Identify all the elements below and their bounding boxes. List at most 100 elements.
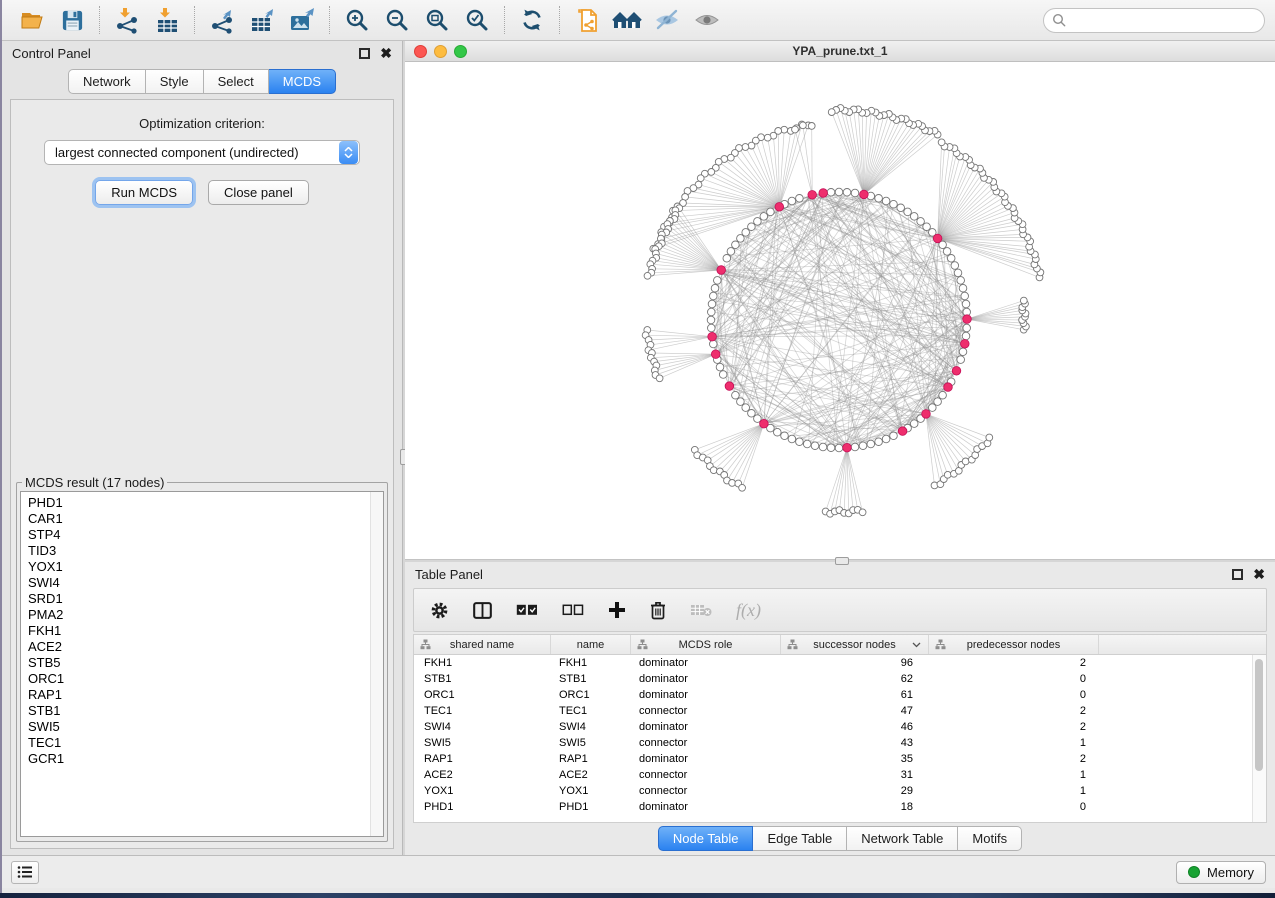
table-row[interactable]: SWI4SWI4dominator462 — [414, 719, 1266, 735]
close-panel-button[interactable]: Close panel — [208, 180, 309, 205]
table-row[interactable]: YOX1YOX1connector291 — [414, 783, 1266, 799]
table-cell[interactable]: 46 — [781, 719, 929, 735]
column-header-successor-nodes[interactable]: successor nodes — [781, 635, 929, 654]
table-cell[interactable]: dominator — [631, 687, 781, 703]
table-cell[interactable]: 18 — [781, 799, 929, 815]
tab-motifs[interactable]: Motifs — [958, 826, 1022, 851]
table-cell[interactable]: TEC1 — [551, 703, 631, 719]
scrollbar-thumb[interactable] — [1255, 659, 1263, 771]
table-row[interactable]: SWI5SWI5connector431 — [414, 735, 1266, 751]
horizontal-splitter[interactable] — [405, 559, 1275, 562]
mcds-result-item[interactable]: ORC1 — [28, 671, 370, 687]
refresh-layout-button[interactable] — [512, 4, 552, 36]
mcds-result-item[interactable]: RAP1 — [28, 687, 370, 703]
mcds-result-item[interactable]: PMA2 — [28, 607, 370, 623]
column-header-MCDS-role[interactable]: MCDS role — [631, 635, 781, 654]
table-row[interactable]: ORC1ORC1dominator610 — [414, 687, 1266, 703]
column-header-name[interactable]: name — [551, 635, 631, 654]
zoom-fit-button[interactable] — [417, 4, 457, 36]
table-cell[interactable]: TEC1 — [414, 703, 551, 719]
delete-column-icon[interactable] — [650, 601, 666, 620]
table-cell[interactable]: 2 — [929, 751, 1099, 767]
table-cell[interactable]: 31 — [781, 767, 929, 783]
mcds-result-item[interactable]: SWI5 — [28, 719, 370, 735]
table-cell[interactable]: dominator — [631, 751, 781, 767]
mcds-result-item[interactable]: ACE2 — [28, 639, 370, 655]
mcds-result-item[interactable]: TID3 — [28, 543, 370, 559]
table-cell[interactable]: 43 — [781, 735, 929, 751]
table-cell[interactable]: connector — [631, 767, 781, 783]
tab-node-table[interactable]: Node Table — [658, 826, 754, 851]
zoom-selected-button[interactable] — [457, 4, 497, 36]
table-cell[interactable]: 0 — [929, 687, 1099, 703]
task-history-button[interactable] — [11, 861, 39, 884]
table-cell[interactable]: ACE2 — [414, 767, 551, 783]
table-cell[interactable]: 2 — [929, 655, 1099, 671]
table-cell[interactable]: 35 — [781, 751, 929, 767]
table-row[interactable]: ACE2ACE2connector311 — [414, 767, 1266, 783]
table-cell[interactable]: ORC1 — [551, 687, 631, 703]
hide-selected-button[interactable] — [647, 4, 687, 36]
table-cell[interactable]: RAP1 — [414, 751, 551, 767]
table-cell[interactable]: 96 — [781, 655, 929, 671]
select-all-icon[interactable] — [516, 604, 538, 616]
table-cell[interactable]: PHD1 — [414, 799, 551, 815]
table-cell[interactable]: 1 — [929, 767, 1099, 783]
tab-edge-table[interactable]: Edge Table — [753, 826, 847, 851]
import-network-button[interactable] — [107, 4, 147, 36]
table-cell[interactable]: SWI5 — [414, 735, 551, 751]
close-panel-icon[interactable]: ✖ — [380, 48, 392, 59]
mcds-result-item[interactable]: PHD1 — [28, 495, 370, 511]
export-network-button[interactable] — [202, 4, 242, 36]
search-field[interactable] — [1043, 8, 1265, 33]
columns-icon[interactable] — [473, 602, 492, 619]
tab-style[interactable]: Style — [146, 69, 204, 94]
table-cell[interactable]: connector — [631, 783, 781, 799]
search-input[interactable] — [1071, 13, 1256, 28]
table-cell[interactable]: dominator — [631, 671, 781, 687]
mcds-result-item[interactable]: YOX1 — [28, 559, 370, 575]
mcds-result-scrollbar[interactable] — [370, 492, 383, 836]
mcds-result-item[interactable]: GCR1 — [28, 751, 370, 767]
mcds-result-item[interactable]: SRD1 — [28, 591, 370, 607]
save-session-button[interactable] — [52, 4, 92, 36]
table-cell[interactable]: ACE2 — [551, 767, 631, 783]
mcds-result-item[interactable]: STP4 — [28, 527, 370, 543]
table-cell[interactable]: SWI4 — [551, 719, 631, 735]
table-cell[interactable]: YOX1 — [414, 783, 551, 799]
table-cell[interactable]: connector — [631, 703, 781, 719]
table-cell[interactable]: SWI5 — [551, 735, 631, 751]
gear-icon[interactable] — [430, 601, 449, 620]
add-column-icon[interactable] — [608, 601, 626, 619]
table-cell[interactable]: connector — [631, 735, 781, 751]
table-cell[interactable]: YOX1 — [551, 783, 631, 799]
table-cell[interactable]: 1 — [929, 735, 1099, 751]
mcds-result-item[interactable]: STB1 — [28, 703, 370, 719]
show-all-button[interactable] — [687, 4, 727, 36]
tab-select[interactable]: Select — [204, 69, 269, 94]
table-scrollbar[interactable] — [1252, 655, 1266, 822]
export-table-button[interactable] — [242, 4, 282, 36]
criterion-dropdown[interactable]: largest connected component (undirected) — [44, 140, 360, 165]
table-cell[interactable]: 0 — [929, 671, 1099, 687]
float-panel-icon[interactable] — [1232, 569, 1243, 580]
mcds-result-item[interactable]: TEC1 — [28, 735, 370, 751]
table-cell[interactable]: dominator — [631, 655, 781, 671]
table-row[interactable]: PHD1PHD1dominator180 — [414, 799, 1266, 815]
run-mcds-button[interactable]: Run MCDS — [95, 180, 193, 205]
table-cell[interactable]: 29 — [781, 783, 929, 799]
table-row[interactable]: FKH1FKH1dominator962 — [414, 655, 1266, 671]
table-cell[interactable]: 62 — [781, 671, 929, 687]
table-cell[interactable]: SWI4 — [414, 719, 551, 735]
deselect-all-icon[interactable] — [562, 604, 584, 616]
mcds-result-item[interactable]: FKH1 — [28, 623, 370, 639]
open-file-button[interactable] — [12, 4, 52, 36]
import-table-button[interactable] — [147, 4, 187, 36]
mcds-result-item[interactable]: SWI4 — [28, 575, 370, 591]
table-cell[interactable]: dominator — [631, 719, 781, 735]
table-cell[interactable]: 1 — [929, 783, 1099, 799]
table-cell[interactable]: FKH1 — [414, 655, 551, 671]
table-row[interactable]: TEC1TEC1connector472 — [414, 703, 1266, 719]
table-cell[interactable]: STB1 — [414, 671, 551, 687]
table-cell[interactable]: dominator — [631, 799, 781, 815]
